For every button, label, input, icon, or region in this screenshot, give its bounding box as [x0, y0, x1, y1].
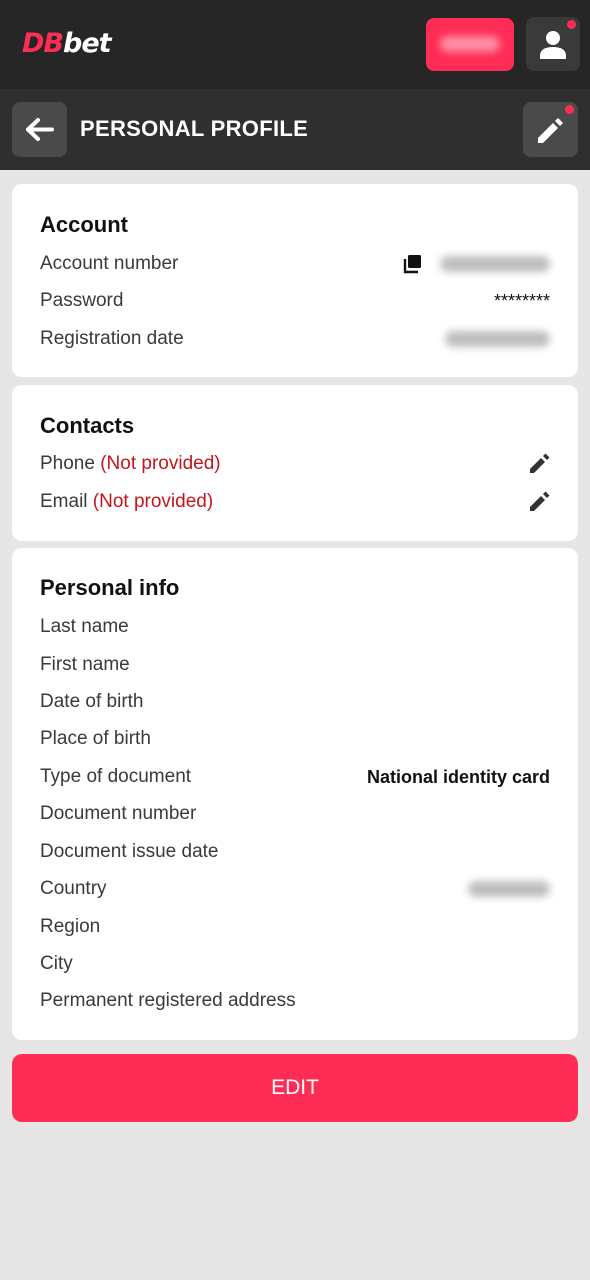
- contacts-card: Contacts Phone (Not provided) Email (Not…: [12, 385, 578, 541]
- first-name-label: First name: [40, 654, 130, 675]
- balance-button[interactable]: [426, 18, 514, 71]
- back-button[interactable]: [12, 102, 67, 157]
- document-issue-date-label: Document issue date: [40, 841, 219, 862]
- account-number-value-hidden: [440, 256, 550, 272]
- title-bar: PERSONAL PROFILE: [0, 89, 590, 170]
- personal-row-document-number: Document number: [40, 801, 550, 827]
- personal-row-address: Permanent registered address: [40, 988, 550, 1014]
- email-status: (Not provided): [92, 491, 214, 512]
- personal-row-first-name: First name: [40, 652, 550, 678]
- country-value-hidden: [468, 881, 550, 897]
- balance-value-hidden: [440, 36, 500, 52]
- last-name-label: Last name: [40, 616, 129, 637]
- address-label: Permanent registered address: [40, 990, 296, 1011]
- copy-icon[interactable]: [402, 253, 424, 275]
- registration-date-row: Registration date: [40, 326, 550, 352]
- contacts-title: Contacts: [40, 413, 135, 438]
- personal-row-date-of-birth: Date of birth: [40, 689, 550, 715]
- personal-row-last-name: Last name: [40, 614, 550, 640]
- email-label-text: Email: [40, 491, 88, 512]
- account-card: Account Account number Password ********…: [12, 184, 578, 377]
- date-of-birth-label: Date of birth: [40, 691, 144, 712]
- country-label: Country: [40, 878, 107, 899]
- edit-profile-icon-button[interactable]: [523, 102, 578, 157]
- account-number-row: Account number: [40, 251, 550, 277]
- account-number-label: Account number: [40, 253, 179, 274]
- phone-status: (Not provided): [100, 453, 221, 474]
- user-menu-button[interactable]: [526, 17, 580, 71]
- email-label: Email (Not provided): [40, 489, 213, 515]
- top-bar: DBbet: [0, 0, 590, 89]
- personal-row-place-of-birth: Place of birth: [40, 726, 550, 752]
- arrow-left-icon: [26, 118, 54, 141]
- password-value: ********: [493, 291, 550, 311]
- password-row: Password ********: [40, 288, 550, 314]
- document-type-value: National identity card: [366, 767, 550, 787]
- phone-row: Phone (Not provided): [40, 451, 550, 477]
- dbbet-logo[interactable]: DBbet: [22, 28, 112, 60]
- place-of-birth-label: Place of birth: [40, 728, 151, 749]
- personal-row-country: Country: [40, 876, 550, 902]
- personal-info-title: Personal info: [40, 575, 180, 600]
- personal-row-document-type: Type of document National identity card: [40, 764, 550, 790]
- document-type-label: Type of document: [40, 766, 192, 787]
- document-number-label: Document number: [40, 803, 197, 824]
- registration-date-label: Registration date: [40, 328, 184, 349]
- phone-label: Phone (Not provided): [40, 451, 221, 477]
- edit-phone-pencil-icon[interactable]: [528, 453, 550, 475]
- city-label: City: [40, 953, 73, 974]
- registration-date-value-hidden: [445, 331, 550, 347]
- account-title: Account: [40, 212, 128, 237]
- edit-email-pencil-icon[interactable]: [528, 491, 550, 513]
- region-label: Region: [40, 916, 101, 937]
- notification-dot: [565, 105, 574, 114]
- logo-db-text: DB: [22, 28, 64, 59]
- phone-label-text: Phone: [40, 453, 95, 474]
- page-title: PERSONAL PROFILE: [80, 116, 309, 141]
- notification-dot: [567, 20, 576, 29]
- edit-button[interactable]: EDIT: [12, 1054, 578, 1122]
- password-label: Password: [40, 290, 124, 311]
- personal-row-city: City: [40, 951, 550, 977]
- personal-row-document-issue-date: Document issue date: [40, 839, 550, 865]
- email-row: Email (Not provided): [40, 489, 550, 515]
- personal-row-region: Region: [40, 914, 550, 940]
- personal-info-card: Personal info Last name First name Date …: [12, 548, 578, 1040]
- logo-bet-text: bet: [63, 28, 112, 59]
